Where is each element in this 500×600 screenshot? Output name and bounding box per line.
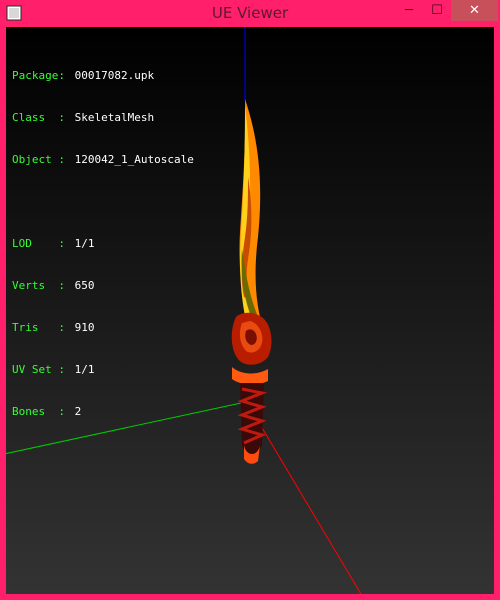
uvset-label: UV Set : <box>12 363 65 376</box>
app-window: UE Viewer ─ ☐ ✕ Package: 00017082.upk Cl… <box>0 0 500 600</box>
minimize-icon: ─ <box>405 3 413 18</box>
mesh-info-panel: Package: 00017082.upk Class : SkeletalMe… <box>12 41 194 447</box>
object-value: 120042_1_Autoscale <box>74 153 194 166</box>
package-value: 00017082.upk <box>74 69 155 82</box>
package-label: Package: <box>12 69 65 82</box>
axis-x-line <box>251 410 362 594</box>
object-label: Object : <box>12 153 65 166</box>
verts-label: Verts : <box>12 279 65 292</box>
tris-label: Tris : <box>12 321 65 334</box>
minimize-button[interactable]: ─ <box>396 0 422 21</box>
3d-viewport[interactable]: Package: 00017082.upk Class : SkeletalMe… <box>6 27 494 594</box>
lod-label: LOD : <box>12 237 65 250</box>
uvset-value: 1/1 <box>74 363 95 376</box>
info-row-lod: LOD : 1/1 <box>12 237 194 251</box>
info-row-verts: Verts : 650 <box>12 279 194 293</box>
info-row-package: Package: 00017082.upk <box>12 69 194 83</box>
class-label: Class : <box>12 111 65 124</box>
info-row-tris: Tris : 910 <box>12 321 194 335</box>
info-row-class: Class : SkeletalMesh <box>12 111 194 125</box>
maximize-icon: ☐ <box>431 3 443 18</box>
lod-value: 1/1 <box>74 237 95 250</box>
info-spacer <box>12 195 194 209</box>
tris-value: 910 <box>74 321 95 334</box>
title-bar[interactable]: UE Viewer ─ ☐ ✕ <box>0 0 500 27</box>
sword-mesh <box>231 99 272 464</box>
info-row-bones: Bones : 2 <box>12 405 194 419</box>
close-icon: ✕ <box>469 3 480 18</box>
class-value: SkeletalMesh <box>74 111 155 124</box>
bones-value: 2 <box>74 405 82 418</box>
maximize-button[interactable]: ☐ <box>424 0 450 21</box>
info-row-uvset: UV Set : 1/1 <box>12 363 194 377</box>
close-button[interactable]: ✕ <box>451 0 498 21</box>
info-row-object: Object : 120042_1_Autoscale <box>12 153 194 167</box>
bones-label: Bones : <box>12 405 65 418</box>
verts-value: 650 <box>74 279 95 292</box>
